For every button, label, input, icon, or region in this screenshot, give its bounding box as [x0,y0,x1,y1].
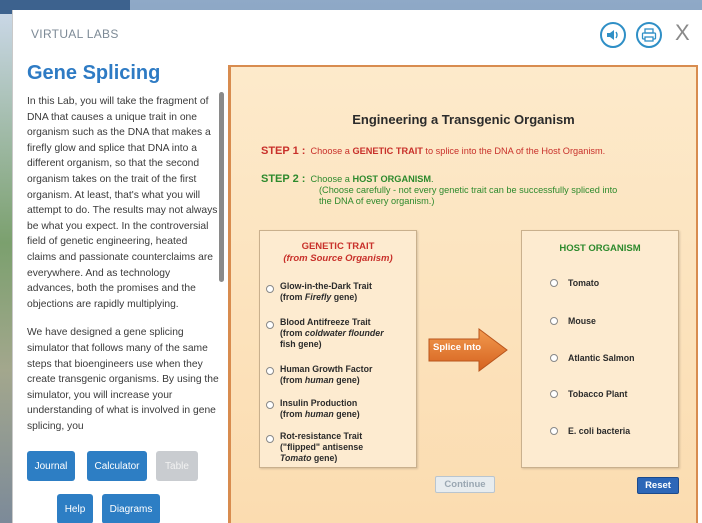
lesson-description: In this Lab, you will take the fragment … [27,94,219,452]
trait-radio[interactable] [266,435,274,443]
trait-radio[interactable] [266,285,274,293]
splicing-simulator: Engineering a Transgenic Organism STEP 1… [228,65,698,523]
step-1-instruction: STEP 1 : Choose a GENETIC TRAIT to splic… [261,145,606,157]
host-radio[interactable] [550,279,558,287]
trait-radio[interactable] [266,401,274,409]
lab-window: VIRTUAL LABS X Gene Splicing In this Lab… [12,10,702,523]
table-button[interactable]: Table [156,451,198,481]
print-icon[interactable] [636,22,662,48]
trait-option-insulin[interactable]: Insulin Production (from human gene) [280,398,360,420]
splice-into-button[interactable]: Splice Into [427,327,509,373]
trait-option-glow[interactable]: Glow-in-the-Dark Trait (from Firefly gen… [280,281,372,303]
journal-button[interactable]: Journal [27,451,75,481]
simulator-title: Engineering a Transgenic Organism [352,112,575,127]
genetic-trait-subtitle: (from Source Organism) [283,253,393,264]
app-title: VIRTUAL LABS [31,27,119,41]
step-1-label: STEP 1 : [261,145,306,157]
host-radio[interactable] [550,317,558,325]
close-icon[interactable]: X [675,20,690,46]
step-2-label: STEP 2 : [261,173,306,185]
host-radio[interactable] [550,390,558,398]
genetic-trait-panel: GENETIC TRAIT (from Source Organism) Glo… [259,230,417,468]
host-option-tomato[interactable]: Tomato [568,278,599,289]
splice-into-label: Splice Into [433,342,482,353]
host-radio[interactable] [550,427,558,435]
host-option-ecoli[interactable]: E. coli bacteria [568,426,630,437]
step-2-note: the DNA of every organism.) [319,196,435,206]
host-option-mouse[interactable]: Mouse [568,316,596,327]
host-organism-panel: HOST ORGANISM Tomato Mouse Atlantic Salm… [521,230,679,468]
trait-radio[interactable] [266,367,274,375]
trait-option-antifreeze[interactable]: Blood Antifreeze Trait (from coldwater f… [280,317,384,350]
description-paragraph: We have designed a gene splicing simulat… [27,327,219,432]
diagrams-button[interactable]: Diagrams [102,494,160,523]
host-radio[interactable] [550,354,558,362]
help-button[interactable]: Help [57,494,93,523]
step-2-instruction: STEP 2 : Choose a HOST ORGANISM. [261,173,434,185]
description-scrollbar[interactable] [219,92,224,282]
trait-option-rot-resistance[interactable]: Rot-resistance Trait ("flipped" antisens… [280,431,363,464]
host-option-salmon[interactable]: Atlantic Salmon [568,353,634,364]
reset-button[interactable]: Reset [637,477,679,494]
host-organism-title: HOST ORGANISM [559,243,641,254]
calculator-button[interactable]: Calculator [87,451,147,481]
trait-radio[interactable] [266,321,274,329]
description-paragraph: In this Lab, you will take the fragment … [27,96,218,310]
title-bar: VIRTUAL LABS X [13,10,702,56]
host-option-tobacco[interactable]: Tobacco Plant [568,389,627,400]
trait-option-growth-factor[interactable]: Human Growth Factor (from human gene) [280,364,372,386]
audio-icon[interactable] [600,22,626,48]
lesson-title: Gene Splicing [27,62,161,84]
background-image-strip [0,14,12,523]
genetic-trait-title: GENETIC TRAIT [301,241,375,252]
step-2-note: (Choose carefully - not every genetic tr… [319,185,618,195]
continue-button[interactable]: Continue [435,476,495,493]
